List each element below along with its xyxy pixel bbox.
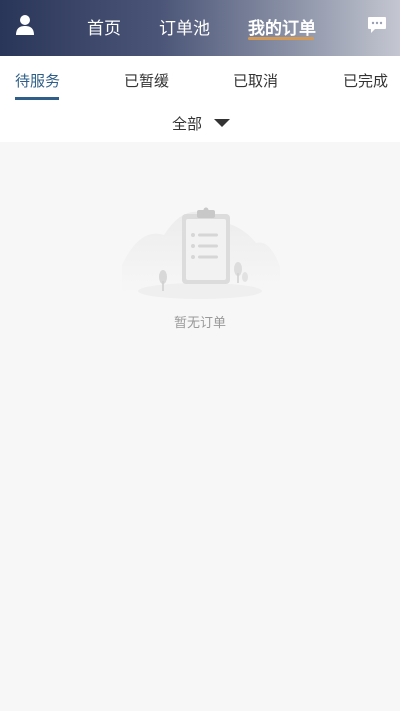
- filter-dropdown[interactable]: 全部: [172, 113, 231, 133]
- chat-bubble-icon[interactable]: [367, 16, 387, 34]
- order-status-tabs: 待服务 已暂缓 已取消 已完成: [0, 56, 400, 101]
- empty-state-text: 暂无订单: [173, 316, 226, 331]
- status-tab-cancelled[interactable]: 已取消: [233, 70, 278, 91]
- active-tab-indicator: [248, 37, 314, 40]
- filter-selected-label: 全部: [172, 114, 203, 133]
- tab-my-orders[interactable]: 我的订单: [248, 14, 316, 39]
- clipboard-empty-icon: [122, 207, 280, 299]
- tab-home[interactable]: 首页: [87, 14, 121, 39]
- filter-bar: 全部: [0, 101, 400, 142]
- status-tab-completed[interactable]: 已完成: [343, 70, 388, 91]
- tab-order-pool[interactable]: 订单池: [159, 14, 210, 39]
- status-tab-pending[interactable]: 待服务: [15, 70, 60, 91]
- status-tab-paused[interactable]: 已暂缓: [124, 70, 169, 91]
- active-status-indicator: [15, 97, 59, 100]
- top-navigation-bar: 首页 订单池 我的订单: [0, 0, 400, 56]
- user-icon[interactable]: [15, 14, 35, 36]
- caret-down-icon: [214, 119, 231, 127]
